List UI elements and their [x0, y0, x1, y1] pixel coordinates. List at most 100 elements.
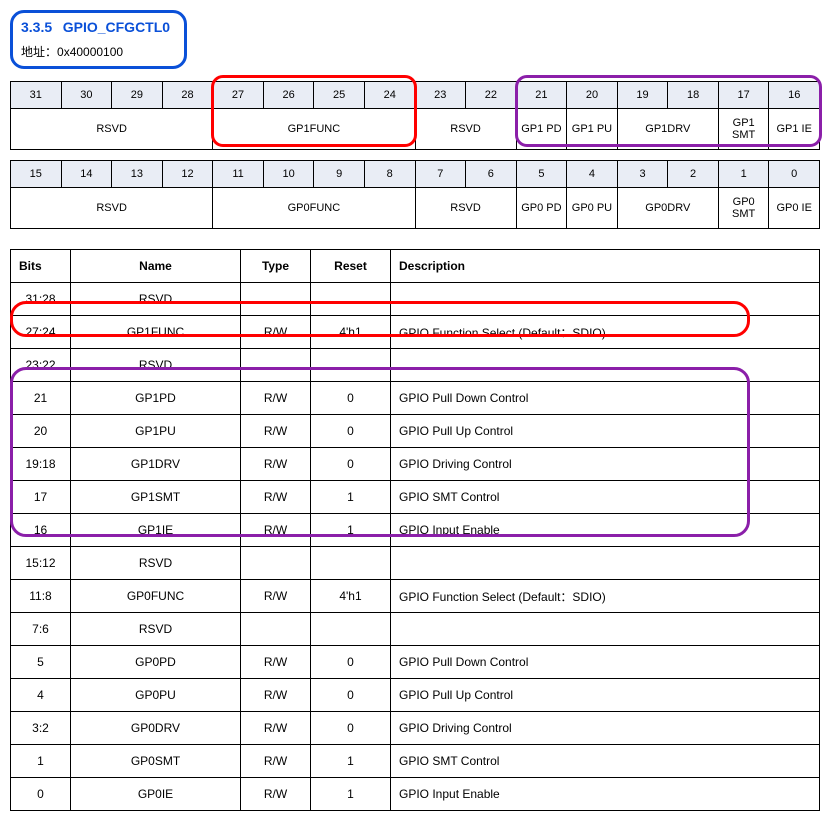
table-cell: 4'h1	[311, 316, 391, 349]
bit-field-cell: GP0 PD	[516, 188, 567, 229]
bit-field-cell: GP1 PU	[567, 109, 618, 150]
bit-field-cell: RSVD	[415, 188, 516, 229]
table-cell: GP0FUNC	[71, 580, 241, 613]
bit-number-cell: 19	[617, 82, 668, 109]
bit-field-cell: GP0 IE	[769, 188, 820, 229]
bit-number-cell: 11	[213, 161, 264, 188]
table-cell: 11:8	[11, 580, 71, 613]
bit-number-cell: 31	[11, 82, 62, 109]
bit-number-cell: 18	[668, 82, 719, 109]
table-cell: 15:12	[11, 547, 71, 580]
table-cell: R/W	[241, 415, 311, 448]
bit-number-cell: 9	[314, 161, 365, 188]
table-cell: R/W	[241, 481, 311, 514]
table-cell: R/W	[241, 778, 311, 811]
bit-number-cell: 14	[61, 161, 112, 188]
table-row: 31:28RSVD	[11, 283, 820, 316]
table-cell: GPIO Pull Up Control	[391, 679, 820, 712]
table-cell: GPIO Input Enable	[391, 514, 820, 547]
bit-field-cell: RSVD	[11, 109, 213, 150]
table-row: 23:22RSVD	[11, 349, 820, 382]
table-header-type: Type	[241, 250, 311, 283]
bit-layout-row-high: 31302928272625242322212019181716RSVDGP1F…	[10, 81, 820, 150]
table-cell: GP0DRV	[71, 712, 241, 745]
table-cell: RSVD	[71, 547, 241, 580]
table-cell: GP1DRV	[71, 448, 241, 481]
bit-number-cell: 2	[668, 161, 719, 188]
bit-number-cell: 4	[567, 161, 618, 188]
table-header-bits: Bits	[11, 250, 71, 283]
table-row: 3:2GP0DRVR/W0GPIO Driving Control	[11, 712, 820, 745]
table-row: 27:24GP1FUNCR/W4'h1GPIO Function Select …	[11, 316, 820, 349]
table-cell: 1	[11, 745, 71, 778]
table-cell: 1	[311, 514, 391, 547]
bit-layout-row-low: 1514131211109876543210RSVDGP0FUNCRSVDGP0…	[10, 160, 820, 229]
table-cell: GPIO Pull Up Control	[391, 415, 820, 448]
table-cell: 31:28	[11, 283, 71, 316]
bit-field-cell: GP0 PU	[567, 188, 618, 229]
bit-layout-container: 31302928272625242322212019181716RSVDGP1F…	[10, 81, 820, 229]
bit-number-cell: 20	[567, 82, 618, 109]
table-cell: GPIO SMT Control	[391, 481, 820, 514]
table-cell: 0	[311, 415, 391, 448]
table-cell: GPIO Driving Control	[391, 448, 820, 481]
bit-number-cell: 10	[263, 161, 314, 188]
table-cell: 1	[311, 745, 391, 778]
table-cell: 21	[11, 382, 71, 415]
table-row: 1GP0SMTR/W1GPIO SMT Control	[11, 745, 820, 778]
table-cell: 20	[11, 415, 71, 448]
table-cell	[241, 283, 311, 316]
table-cell: RSVD	[71, 349, 241, 382]
table-cell: R/W	[241, 580, 311, 613]
table-cell	[241, 613, 311, 646]
table-cell: 3:2	[11, 712, 71, 745]
section-number: 3.3.5	[21, 19, 52, 35]
table-cell: GP0SMT	[71, 745, 241, 778]
address-line: 地址：0x40000100	[21, 43, 170, 60]
table-cell	[241, 547, 311, 580]
table-cell	[391, 349, 820, 382]
table-cell: 4'h1	[311, 580, 391, 613]
bit-field-cell: GP1FUNC	[213, 109, 415, 150]
bit-field-cell: GP0FUNC	[213, 188, 415, 229]
bit-number-cell: 25	[314, 82, 365, 109]
bit-number-cell: 16	[769, 82, 820, 109]
table-cell: GPIO Driving Control	[391, 712, 820, 745]
table-cell: GPIO SMT Control	[391, 745, 820, 778]
bit-number-cell: 5	[516, 161, 567, 188]
table-cell: GPIO Input Enable	[391, 778, 820, 811]
table-row: 17GP1SMTR/W1GPIO SMT Control	[11, 481, 820, 514]
table-cell: 0	[11, 778, 71, 811]
table-cell: R/W	[241, 316, 311, 349]
bit-number-cell: 22	[466, 82, 517, 109]
bit-number-cell: 7	[415, 161, 466, 188]
table-cell: RSVD	[71, 283, 241, 316]
bit-number-cell: 27	[213, 82, 264, 109]
bit-number-cell: 21	[516, 82, 567, 109]
table-row: 21GP1PDR/W0GPIO Pull Down Control	[11, 382, 820, 415]
table-cell: 1	[311, 778, 391, 811]
bit-number-cell: 17	[718, 82, 769, 109]
bit-number-cell: 24	[364, 82, 415, 109]
bit-field-cell: RSVD	[11, 188, 213, 229]
table-header-reset: Reset	[311, 250, 391, 283]
bit-number-cell: 3	[617, 161, 668, 188]
table-cell	[311, 349, 391, 382]
section-title: 3.3.5 GPIO_CFGCTL0	[21, 19, 170, 35]
table-row: 5GP0PDR/W0GPIO Pull Down Control	[11, 646, 820, 679]
table-row: 7:6RSVD	[11, 613, 820, 646]
table-cell: GP1FUNC	[71, 316, 241, 349]
bit-number-cell: 30	[61, 82, 112, 109]
bit-number-cell: 6	[466, 161, 517, 188]
table-cell: 0	[311, 382, 391, 415]
table-cell: R/W	[241, 514, 311, 547]
table-row: 4GP0PUR/W0GPIO Pull Up Control	[11, 679, 820, 712]
table-header-desc: Description	[391, 250, 820, 283]
bit-field-cell: GP1 PD	[516, 109, 567, 150]
table-cell	[311, 613, 391, 646]
table-row: 15:12RSVD	[11, 547, 820, 580]
table-cell: 0	[311, 679, 391, 712]
table-header-name: Name	[71, 250, 241, 283]
table-cell: GP1PD	[71, 382, 241, 415]
table-row: 0GP0IER/W1GPIO Input Enable	[11, 778, 820, 811]
